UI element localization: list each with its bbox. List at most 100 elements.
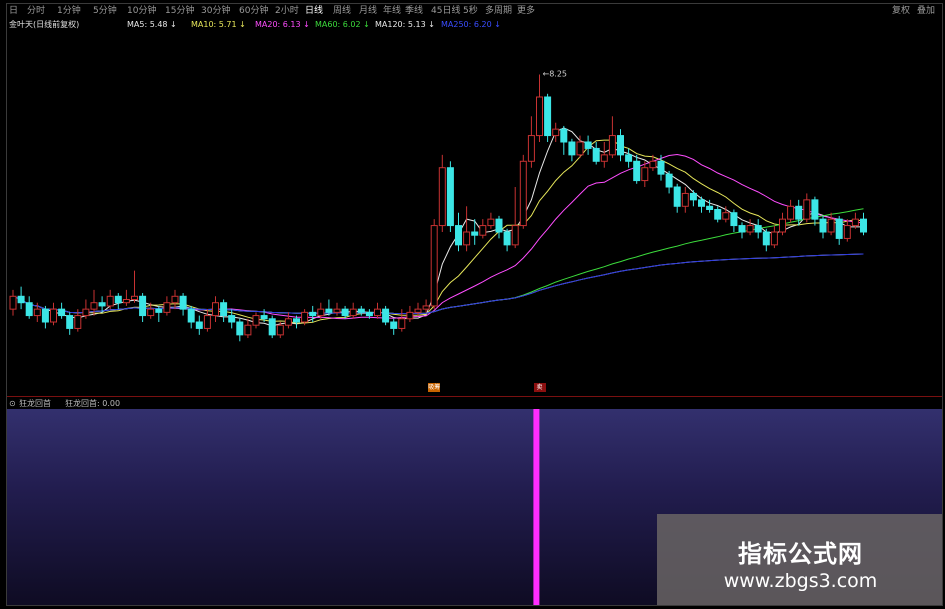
candle[interactable]: [50, 302, 57, 326]
candle[interactable]: [98, 296, 106, 313]
candle[interactable]: [568, 138, 576, 162]
candle[interactable]: [681, 187, 689, 213]
candle[interactable]: [600, 142, 608, 168]
candle[interactable]: [803, 193, 811, 223]
candle[interactable]: [236, 318, 244, 342]
period-tab-11[interactable]: 月线: [359, 4, 377, 18]
candle[interactable]: [430, 219, 438, 310]
candle[interactable]: [122, 289, 130, 306]
candle[interactable]: [633, 154, 641, 184]
candle[interactable]: [479, 219, 487, 239]
candle[interactable]: [738, 222, 746, 239]
candle[interactable]: [673, 183, 681, 213]
candle[interactable]: [552, 122, 560, 142]
candle[interactable]: [244, 318, 252, 339]
candle[interactable]: [187, 305, 195, 329]
candle[interactable]: [503, 228, 511, 252]
candle[interactable]: [746, 219, 754, 236]
candle[interactable]: [689, 190, 697, 207]
candle[interactable]: [471, 219, 479, 245]
candle[interactable]: [171, 289, 179, 310]
period-tab-2[interactable]: 1分钟: [57, 4, 81, 18]
period-tab-7[interactable]: 60分钟: [239, 4, 268, 18]
candle[interactable]: [114, 293, 122, 310]
candle[interactable]: [58, 302, 66, 319]
candle[interactable]: [163, 296, 171, 316]
period-tab-0[interactable]: 日: [9, 4, 18, 18]
period-tab-9[interactable]: 日线: [305, 4, 323, 18]
period-tab-14[interactable]: 45日线: [431, 4, 460, 18]
candle[interactable]: [284, 312, 292, 329]
candle[interactable]: [560, 125, 568, 155]
candle[interactable]: [9, 289, 17, 316]
period-tab-6[interactable]: 30分钟: [201, 4, 230, 18]
candle[interactable]: [203, 309, 211, 332]
candle[interactable]: [527, 116, 535, 168]
candle[interactable]: [835, 215, 843, 245]
candle[interactable]: [25, 296, 33, 319]
candle[interactable]: [82, 299, 90, 319]
candle[interactable]: [195, 315, 203, 335]
candle[interactable]: [139, 293, 147, 322]
period-tab-17[interactable]: 更多: [517, 4, 535, 18]
candle[interactable]: [811, 196, 819, 226]
candle[interactable]: [714, 206, 722, 223]
candle[interactable]: [374, 302, 381, 319]
candle[interactable]: [438, 154, 446, 232]
toolbar-right-0[interactable]: 复权: [892, 4, 910, 18]
period-tab-16[interactable]: 多周期: [485, 4, 512, 18]
candle[interactable]: [665, 170, 673, 194]
candle[interactable]: [495, 215, 503, 239]
candle[interactable]: [625, 148, 633, 168]
candle[interactable]: [41, 305, 49, 329]
period-tab-15[interactable]: 5秒: [463, 4, 478, 18]
candlestick-chart[interactable]: ←8.25: [7, 32, 943, 394]
period-tab-4[interactable]: 10分钟: [127, 4, 156, 18]
candle[interactable]: [131, 270, 138, 303]
candle[interactable]: [406, 305, 414, 322]
candle[interactable]: [382, 305, 390, 326]
candle[interactable]: [390, 318, 398, 335]
candle[interactable]: [584, 135, 592, 155]
candle[interactable]: [754, 219, 762, 239]
candle[interactable]: [617, 129, 624, 162]
candle[interactable]: [860, 212, 867, 236]
period-tab-10[interactable]: 周线: [333, 4, 351, 18]
period-tab-5[interactable]: 15分钟: [165, 4, 194, 18]
candle[interactable]: [779, 212, 786, 236]
candle[interactable]: [608, 116, 616, 159]
candle[interactable]: [544, 93, 552, 142]
candle[interactable]: [398, 309, 406, 332]
candle[interactable]: [536, 74, 543, 143]
candle[interactable]: [17, 286, 25, 310]
candle[interactable]: [698, 196, 705, 213]
candle[interactable]: [827, 212, 835, 236]
candle[interactable]: [333, 302, 341, 316]
candle[interactable]: [179, 293, 187, 316]
candle[interactable]: [349, 302, 357, 319]
candle[interactable]: [519, 154, 527, 229]
candle[interactable]: [511, 187, 519, 249]
candle[interactable]: [762, 228, 770, 252]
period-tab-12[interactable]: 年线: [383, 4, 401, 18]
candle[interactable]: [220, 299, 228, 323]
period-tab-13[interactable]: 季线: [405, 4, 423, 18]
candle[interactable]: [787, 199, 795, 223]
period-tab-8[interactable]: 2小时: [275, 4, 299, 18]
candle[interactable]: [268, 315, 276, 339]
period-tab-1[interactable]: 分时: [27, 4, 45, 18]
candle[interactable]: [446, 161, 454, 232]
candle[interactable]: [66, 312, 74, 335]
candle[interactable]: [770, 225, 778, 249]
candle[interactable]: [455, 212, 462, 252]
candle[interactable]: [463, 206, 471, 252]
candle[interactable]: [851, 212, 859, 229]
candle[interactable]: [843, 219, 851, 242]
period-tab-3[interactable]: 5分钟: [93, 4, 117, 18]
candle[interactable]: [730, 209, 738, 233]
candle[interactable]: [592, 142, 600, 165]
candle[interactable]: [212, 296, 219, 322]
candle[interactable]: [487, 212, 495, 229]
candle[interactable]: [252, 312, 260, 329]
candle[interactable]: [106, 289, 114, 310]
